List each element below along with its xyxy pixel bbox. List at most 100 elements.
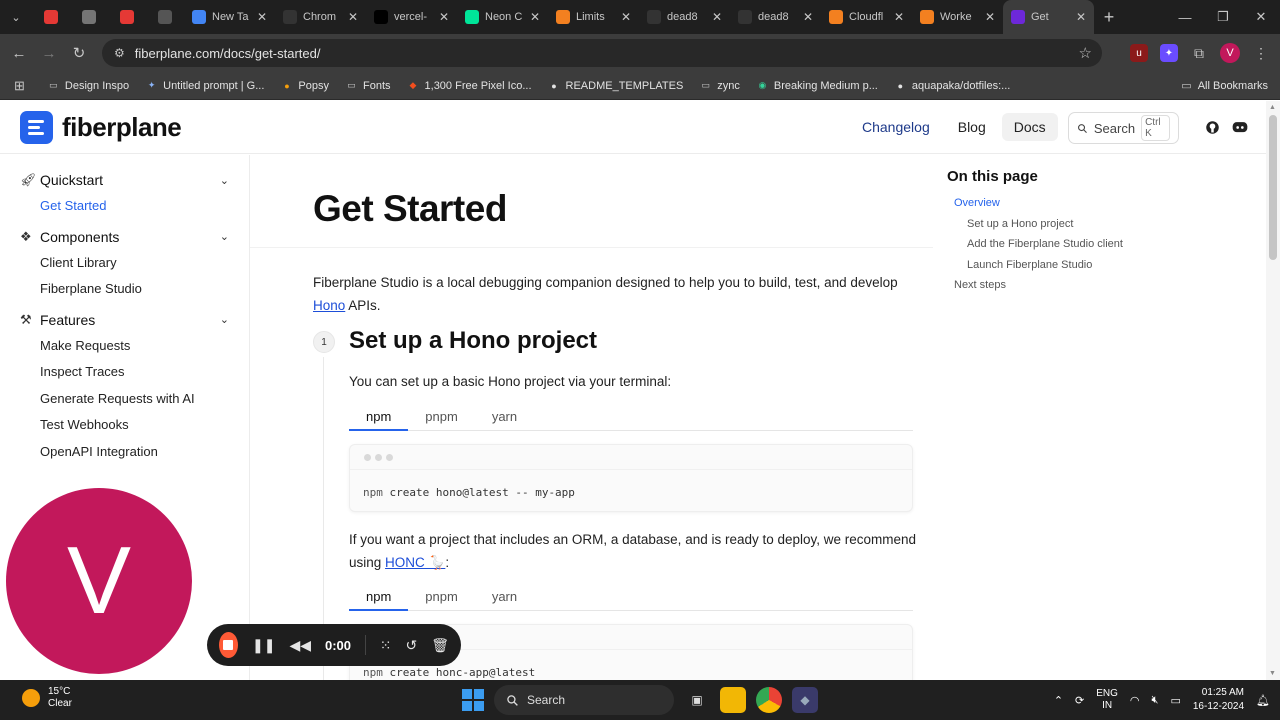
- close-tab-icon[interactable]: ✕: [530, 10, 540, 24]
- language-indicator[interactable]: ENG IN: [1096, 688, 1118, 712]
- bookmark-item[interactable]: ✦ Untitled prompt | G...: [137, 79, 272, 92]
- bookmark-star-icon[interactable]: ☆: [1079, 44, 1092, 62]
- tab-yarn[interactable]: yarn: [475, 589, 534, 610]
- close-tab-icon[interactable]: ✕: [257, 10, 267, 24]
- browser-tab[interactable]: Limits ✕: [548, 0, 639, 34]
- new-tab-button[interactable]: +: [1094, 7, 1124, 28]
- discord-icon[interactable]: [1232, 119, 1248, 135]
- sidebar-section-header[interactable]: ⚒ Features ⌄: [0, 307, 249, 333]
- tab-search-button[interactable]: ⌄: [0, 0, 32, 34]
- chevron-up-icon[interactable]: ⌃: [1054, 694, 1063, 707]
- toc-item[interactable]: Add the Fiberplane Studio client: [934, 234, 1123, 255]
- volume-muted-icon[interactable]: 🔇︎: [1152, 694, 1159, 707]
- omnibox[interactable]: ⚙ fiberplane.com/docs/get-started/ ☆: [102, 39, 1102, 67]
- trash-icon[interactable]: 🗑︎: [431, 637, 449, 654]
- browser-tab[interactable]: dead8 ✕: [730, 0, 821, 34]
- nav-changelog[interactable]: Changelog: [850, 113, 942, 141]
- restore-icon[interactable]: ❐: [1204, 0, 1242, 34]
- hono-link[interactable]: Hono: [313, 298, 345, 313]
- extensions-puzzle-icon[interactable]: ⧉: [1190, 44, 1208, 62]
- wifi-icon[interactable]: ◠: [1130, 694, 1140, 707]
- tab-npm[interactable]: npm: [349, 409, 409, 431]
- tab-yarn[interactable]: yarn: [475, 409, 534, 430]
- nav-blog[interactable]: Blog: [946, 113, 998, 141]
- notification-bell-icon[interactable]: 🔔︎: [1256, 694, 1270, 707]
- bookmark-item[interactable]: ● Popsy: [272, 79, 337, 92]
- browser-tab[interactable]: [108, 0, 146, 34]
- ublock-extension-icon[interactable]: u: [1130, 44, 1148, 62]
- bookmark-item[interactable]: ◉ Breaking Medium p...: [748, 79, 886, 92]
- sidebar-item-client-library[interactable]: Client Library: [0, 250, 249, 277]
- sidebar-item-openapi-integration[interactable]: OpenAPI Integration: [0, 439, 249, 466]
- task-view-icon[interactable]: ▣: [684, 687, 710, 713]
- nav-docs[interactable]: Docs: [1001, 113, 1058, 141]
- chrome-icon[interactable]: [756, 687, 782, 713]
- close-tab-icon[interactable]: ✕: [439, 10, 449, 24]
- sidebar-section-header[interactable]: ❖ Components ⌄: [0, 224, 249, 250]
- apps-grid-icon[interactable]: ⊞: [0, 78, 39, 94]
- back-button[interactable]: ←: [4, 45, 34, 62]
- fiberplane-logo[interactable]: fiberplane: [20, 111, 182, 144]
- code-block[interactable]: npm create hono@latest -- my-app: [349, 444, 913, 512]
- close-tab-icon[interactable]: ✕: [894, 10, 904, 24]
- browser-tab[interactable]: [146, 0, 184, 34]
- rewind-icon[interactable]: ◀◀: [289, 637, 311, 654]
- toc-item[interactable]: Overview: [934, 193, 1123, 214]
- tab-npm[interactable]: npm: [349, 589, 409, 611]
- scrollbar-thumb[interactable]: [1269, 115, 1277, 260]
- file-explorer-icon[interactable]: [720, 687, 746, 713]
- site-info-icon[interactable]: ⚙: [114, 46, 125, 60]
- sidebar-item-inspect-traces[interactable]: Inspect Traces: [0, 359, 249, 386]
- forward-button[interactable]: →: [34, 45, 64, 62]
- stop-recording-button[interactable]: [219, 632, 238, 658]
- browser-tab[interactable]: Neon C ✕: [457, 0, 548, 34]
- browser-tab[interactable]: [32, 0, 70, 34]
- sidebar-item-generate-requests-ai[interactable]: Generate Requests with AI: [0, 386, 249, 413]
- sidebar-item-test-webhooks[interactable]: Test Webhooks: [0, 412, 249, 439]
- tab-pnpm[interactable]: pnpm: [408, 589, 475, 610]
- sidebar-item-get-started[interactable]: Get Started: [0, 193, 249, 220]
- sidebar-item-make-requests[interactable]: Make Requests: [0, 333, 249, 360]
- browser-tab[interactable]: Worke ✕: [912, 0, 1003, 34]
- close-window-icon[interactable]: ✕: [1242, 0, 1280, 34]
- battery-icon[interactable]: ▭: [1170, 694, 1180, 707]
- github-icon[interactable]: [1204, 119, 1220, 135]
- browser-tab[interactable]: vercel- ✕: [366, 0, 457, 34]
- extension-icon[interactable]: ✦: [1160, 44, 1178, 62]
- taskbar-search[interactable]: Search: [494, 685, 674, 715]
- toc-item[interactable]: Next steps: [934, 275, 1123, 296]
- close-tab-icon[interactable]: ✕: [621, 10, 631, 24]
- bookmark-item[interactable]: ◆ 1,300 Free Pixel Ico...: [399, 79, 540, 92]
- windows-start-icon[interactable]: [462, 689, 484, 711]
- browser-tab[interactable]: Get ✕: [1003, 0, 1094, 34]
- page-scrollbar[interactable]: ▲ ▼: [1266, 101, 1280, 680]
- honc-link[interactable]: HONC 🪿: [385, 555, 445, 570]
- bookmark-item[interactable]: ▭ zync: [691, 79, 748, 92]
- grid-icon[interactable]: ⁙: [380, 637, 392, 654]
- sidebar-item-fiberplane-studio[interactable]: Fiberplane Studio: [0, 276, 249, 303]
- bookmark-item[interactable]: ● README_TEMPLATES: [540, 79, 692, 92]
- browser-tab[interactable]: Chrom ✕: [275, 0, 366, 34]
- close-tab-icon[interactable]: ✕: [712, 10, 722, 24]
- tab-pnpm[interactable]: pnpm: [408, 409, 475, 430]
- browser-tab[interactable]: dead8 ✕: [639, 0, 730, 34]
- profile-avatar[interactable]: V: [1220, 43, 1240, 63]
- minimize-icon[interactable]: —: [1166, 0, 1204, 34]
- close-tab-icon[interactable]: ✕: [803, 10, 813, 24]
- docs-search-button[interactable]: Search Ctrl K: [1068, 112, 1179, 144]
- browser-tab[interactable]: New Ta ✕: [184, 0, 275, 34]
- scroll-up-icon[interactable]: ▲: [1269, 104, 1276, 111]
- sync-icon[interactable]: ⟳: [1075, 694, 1084, 707]
- app-icon[interactable]: ◆: [792, 687, 818, 713]
- browser-tab[interactable]: [70, 0, 108, 34]
- restart-icon[interactable]: ↺: [405, 637, 417, 654]
- close-tab-icon[interactable]: ✕: [985, 10, 995, 24]
- bookmark-item[interactable]: ▭ Fonts: [337, 79, 399, 92]
- pause-icon[interactable]: ❚❚: [252, 637, 275, 654]
- close-tab-icon[interactable]: ✕: [1076, 10, 1086, 24]
- sidebar-section-header[interactable]: 🚀︎ Quickstart ⌄: [0, 167, 249, 193]
- toc-item[interactable]: Set up a Hono project: [934, 214, 1123, 235]
- weather-widget[interactable]: 15°C Clear: [22, 686, 72, 710]
- menu-kebab-icon[interactable]: ⋮: [1252, 44, 1270, 62]
- reload-button[interactable]: ↻: [64, 44, 94, 62]
